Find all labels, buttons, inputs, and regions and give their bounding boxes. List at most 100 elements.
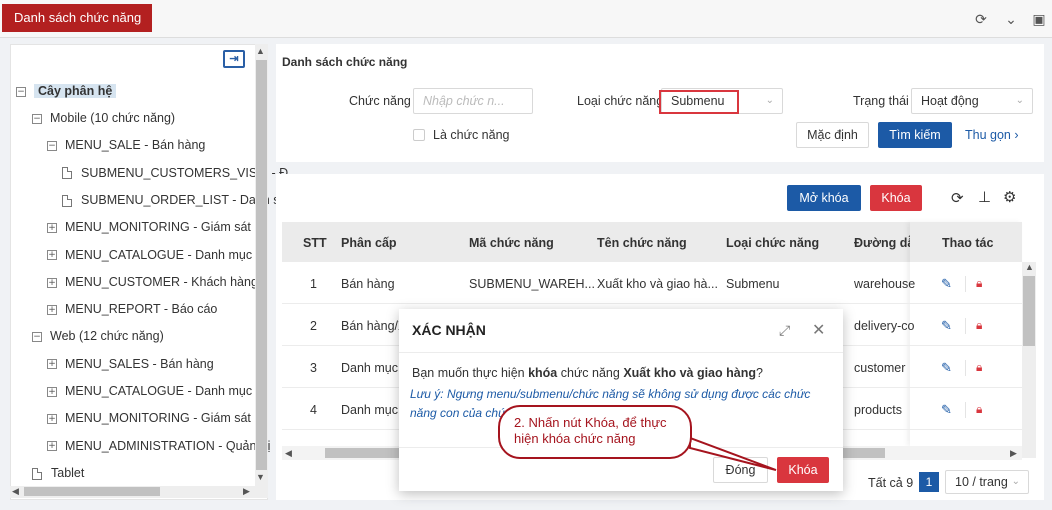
tree-item[interactable]: Tablet xyxy=(32,463,84,483)
fullscreen-icon[interactable]: ⤢ xyxy=(779,322,790,339)
refresh-icon[interactable]: ⟳ xyxy=(970,8,992,30)
page-1-button[interactable]: 1 xyxy=(919,472,939,492)
page-tab[interactable]: Danh sách chức năng xyxy=(2,4,152,32)
scroll-up-icon[interactable]: ▲ xyxy=(256,46,265,56)
minus-icon[interactable]: − xyxy=(32,113,42,124)
scroll-up-icon[interactable]: ▲ xyxy=(1025,262,1034,272)
highlight-box xyxy=(659,90,739,114)
tree-item[interactable]: + MENU_MONITORING - Giám sát xyxy=(47,217,251,237)
lock-icon[interactable]: 🔒︎ xyxy=(976,318,982,333)
column-header-stt: STT xyxy=(303,236,327,250)
action-separator xyxy=(965,360,966,376)
scroll-down-icon[interactable]: ▼ xyxy=(256,472,265,482)
tree-item[interactable]: − Mobile (10 chức năng) xyxy=(32,108,175,128)
function-label: Chức năng xyxy=(349,94,411,108)
column-header-actions: Thao tác xyxy=(942,236,994,250)
function-input[interactable]: Nhập chức n... xyxy=(413,88,533,114)
file-icon xyxy=(62,167,72,180)
edit-icon[interactable]: ✎ xyxy=(941,360,952,376)
plus-icon[interactable]: + xyxy=(47,277,57,288)
lock-icon[interactable]: 🔒︎ xyxy=(976,276,982,291)
lock-icon[interactable]: 🔒︎ xyxy=(976,402,982,417)
settings-icon[interactable]: ⚙ xyxy=(1003,188,1016,206)
default-button[interactable]: Mặc định xyxy=(796,122,869,148)
tree-item-label: MENU_CUSTOMER - Khách hàng xyxy=(65,274,258,289)
column-header-level: Phân cấp xyxy=(341,236,397,250)
table-cell-path: products xyxy=(854,403,902,417)
status-value: Hoạt động xyxy=(921,94,979,108)
scroll-right-icon[interactable]: ▶ xyxy=(243,486,250,497)
plus-icon[interactable]: + xyxy=(47,304,57,315)
dialog-message-function-name: Xuất kho và giao hàng xyxy=(623,366,756,380)
dialog-message: Bạn muốn thực hiện khóa chức năng Xuất k… xyxy=(412,366,832,380)
tree-item[interactable]: + MENU_CATALOGUE - Danh mục xyxy=(47,381,252,401)
minus-icon[interactable]: − xyxy=(32,332,42,343)
column-height-icon[interactable]: ⊥ xyxy=(978,188,991,206)
search-button[interactable]: Tìm kiếm xyxy=(878,122,952,148)
table-scroll-thumb[interactable] xyxy=(1023,276,1035,346)
plus-icon[interactable]: + xyxy=(47,414,57,424)
chevron-down-icon[interactable]: ⌄ xyxy=(1000,8,1022,30)
layout-icon[interactable]: ▣ xyxy=(1028,8,1050,30)
collapse-link[interactable]: Thu gọn › xyxy=(965,128,1019,142)
lock-button[interactable]: Khóa xyxy=(870,185,922,211)
plus-icon[interactable]: + xyxy=(47,250,57,261)
status-select[interactable]: Hoạt động ⌄ xyxy=(911,88,1033,114)
plus-icon[interactable]: + xyxy=(47,359,57,370)
column-header-code: Mã chức năng xyxy=(469,236,554,250)
tree-item-label: MENU_REPORT - Báo cáo xyxy=(65,302,218,317)
tree-item[interactable]: + MENU_SALES - Bán hàng xyxy=(47,354,214,374)
tree-scroll-thumb[interactable] xyxy=(256,60,267,470)
chevron-down-icon: ⌄ xyxy=(765,95,774,106)
scroll-right-icon[interactable]: ▶ xyxy=(1010,448,1017,459)
plus-icon[interactable]: + xyxy=(47,222,57,233)
action-separator xyxy=(965,276,966,292)
tree-hscroll-thumb[interactable] xyxy=(24,487,160,496)
function-type-label: Loại chức năng xyxy=(577,94,664,108)
tree-item[interactable]: + MENU_CUSTOMER - Khách hàng xyxy=(47,272,258,292)
chevron-down-icon: ⌄ xyxy=(1011,476,1020,487)
collapse-link-label: Thu gọn xyxy=(965,128,1011,142)
minus-icon[interactable]: − xyxy=(16,86,26,97)
table-cell-code: SUBMENU_WAREH... xyxy=(469,277,595,291)
file-icon xyxy=(32,467,42,480)
page-size-select[interactable]: 10 / trang ⌄ xyxy=(945,470,1029,494)
tree-item[interactable]: SUBMENU_ORDER_LIST - Danh s xyxy=(62,190,279,210)
status-label: Trạng thái xyxy=(853,94,909,108)
tree-item[interactable]: + MENU_ADMINISTRATION - Quản trị xyxy=(47,436,270,456)
table-cell-stt: 2 xyxy=(310,319,317,333)
plus-icon[interactable]: + xyxy=(47,441,57,452)
section-title: Danh sách chức năng xyxy=(282,55,408,69)
edit-icon[interactable]: ✎ xyxy=(941,276,952,292)
tree-item-label: MENU_MONITORING - Giám sát xyxy=(65,411,251,426)
tree-item[interactable]: − MENU_SALE - Bán hàng xyxy=(47,135,205,155)
scroll-left-icon[interactable]: ◀ xyxy=(285,448,292,459)
table-cell-path: delivery-co xyxy=(854,319,915,333)
lock-icon[interactable]: 🔒︎ xyxy=(976,360,982,375)
collapse-panel-icon[interactable]: ⇥ xyxy=(223,50,245,68)
tree-item[interactable]: + MENU_REPORT - Báo cáo xyxy=(47,299,217,319)
close-icon[interactable]: ✕ xyxy=(812,320,825,340)
table-cell-level: Bán hàng xyxy=(341,277,395,291)
is-function-checkbox[interactable] xyxy=(413,129,425,141)
edit-icon[interactable]: ✎ xyxy=(941,318,952,334)
scroll-left-icon[interactable]: ◀ xyxy=(12,486,19,497)
file-icon xyxy=(62,194,72,207)
dialog-lock-button[interactable]: Khóa xyxy=(777,457,829,483)
tree-item-label: MENU_SALES - Bán hàng xyxy=(65,356,214,371)
column-header-name: Tên chức năng xyxy=(597,236,687,250)
table-cell-level: Danh mục xyxy=(341,403,398,417)
tree-item[interactable]: + MENU_CATALOGUE - Danh mục xyxy=(47,245,252,265)
unlock-button[interactable]: Mở khóa xyxy=(787,185,861,211)
tree-item[interactable]: − Web (12 chức năng) xyxy=(32,326,164,346)
edit-icon[interactable]: ✎ xyxy=(941,402,952,418)
minus-icon[interactable]: − xyxy=(47,141,57,151)
dialog-message-mid: chức năng xyxy=(557,366,624,380)
tree-item-label: MENU_CATALOGUE - Danh mục xyxy=(65,247,253,262)
tree-root[interactable]: − Cây phân hệ xyxy=(16,81,117,101)
dialog-title: XÁC NHẬN xyxy=(412,322,486,338)
plus-icon[interactable]: + xyxy=(47,386,57,397)
tree-item[interactable]: + MENU_MONITORING - Giám sát xyxy=(47,408,251,428)
is-function-label: Là chức năng xyxy=(433,128,510,142)
refresh-icon[interactable]: ⟳ xyxy=(951,189,964,207)
